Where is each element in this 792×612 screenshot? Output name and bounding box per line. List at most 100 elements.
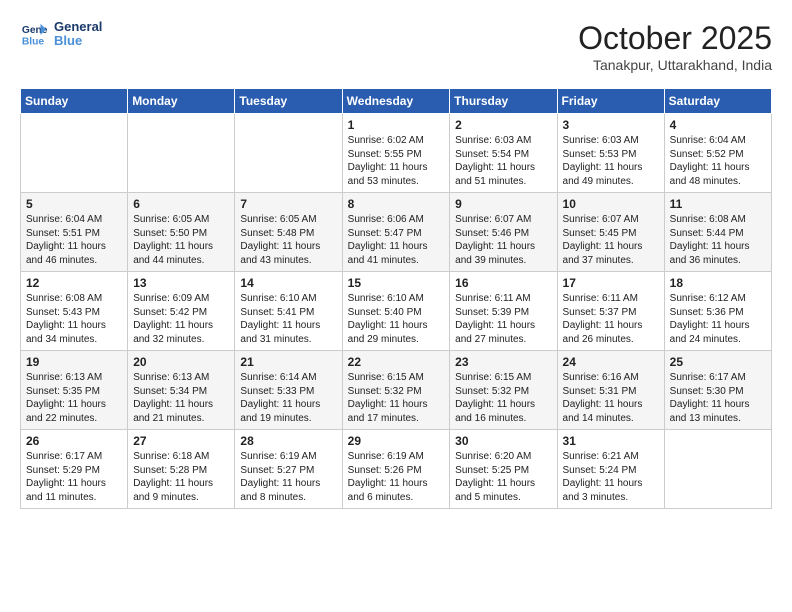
- logo: General Blue General Blue: [20, 20, 102, 49]
- day-number: 13: [133, 276, 229, 290]
- col-sunday: Sunday: [21, 89, 128, 114]
- day-number: 24: [563, 355, 659, 369]
- month-title: October 2025: [578, 20, 772, 57]
- calendar-cell: 8Sunrise: 6:06 AMSunset: 5:47 PMDaylight…: [342, 193, 450, 272]
- calendar-cell: 10Sunrise: 6:07 AMSunset: 5:45 PMDayligh…: [557, 193, 664, 272]
- calendar-cell: 28Sunrise: 6:19 AMSunset: 5:27 PMDayligh…: [235, 430, 342, 509]
- calendar-cell: 13Sunrise: 6:09 AMSunset: 5:42 PMDayligh…: [128, 272, 235, 351]
- day-number: 5: [26, 197, 122, 211]
- col-wednesday: Wednesday: [342, 89, 450, 114]
- calendar-cell: 12 Sunrise: 6:08 AMSunset: 5:43 PMDayligh…: [21, 272, 128, 351]
- calendar-cell: 30 Sunrise: 6:20 AMSunset: 5:25 PMDayligh…: [450, 430, 557, 509]
- day-number: 9: [455, 197, 551, 211]
- calendar-cell: 19 Sunrise: 6:13 AMSunset: 5:35 PMDayligh…: [21, 351, 128, 430]
- calendar-cell: 16 Sunrise: 6:11 AMSunset: 5:39 PMDayligh…: [450, 272, 557, 351]
- calendar-cell: 4 Sunrise: 6:04 AMSunset: 5:52 PMDaylight…: [664, 114, 771, 193]
- cell-content: Sunrise: 6:08 AMSunset: 5:43 PMDaylight:…: [26, 292, 122, 346]
- calendar-week-row-4: 19 Sunrise: 6:13 AMSunset: 5:35 PMDayligh…: [21, 351, 772, 430]
- col-monday: Monday: [128, 89, 235, 114]
- calendar-cell: 9 Sunrise: 6:07 AMSunset: 5:46 PMDaylight…: [450, 193, 557, 272]
- day-number: 11: [670, 197, 766, 211]
- cell-content: Sunrise: 6:04 AMSunset: 5:52 PMDaylight:…: [670, 134, 766, 188]
- calendar-cell: 15 Sunrise: 6:10 AMSunset: 5:40 PMDayligh…: [342, 272, 450, 351]
- cell-content: Sunrise: 6:10 AMSunset: 5:41 PMDaylight:…: [240, 292, 336, 346]
- day-number: 19: [26, 355, 122, 369]
- day-number: 3: [563, 118, 659, 132]
- calendar-cell: 20 Sunrise: 6:13 AMSunset: 5:34 PMDayligh…: [128, 351, 235, 430]
- calendar-cell: 1Sunrise: 6:02 AMSunset: 5:55 PMDaylight…: [342, 114, 450, 193]
- cell-content: Sunrise: 6:19 AMSunset: 5:26 PMDaylight:…: [348, 450, 445, 504]
- cell-content: Sunrise: 6:21 AMSunset: 5:24 PMDaylight:…: [563, 450, 659, 504]
- day-number: 16: [455, 276, 551, 290]
- calendar-cell: [235, 114, 342, 193]
- cell-content: Sunrise: 6:03 AMSunset: 5:54 PMDaylight:…: [455, 134, 551, 188]
- cell-content: Sunrise: 6:15 AMSunset: 5:32 PMDaylight:…: [455, 371, 551, 425]
- header: General Blue General Blue October 2025 T…: [20, 20, 772, 73]
- title-section: October 2025 Tanakpur, Uttarakhand, Indi…: [578, 20, 772, 73]
- cell-content: Sunrise: 6:12 AMSunset: 5:36 PMDaylight:…: [670, 292, 766, 346]
- day-number: 30: [455, 434, 551, 448]
- calendar-cell: 23Sunrise: 6:15 AMSunset: 5:32 PMDayligh…: [450, 351, 557, 430]
- day-number: 25: [670, 355, 766, 369]
- day-number: 1: [348, 118, 445, 132]
- cell-content: Sunrise: 6:17 AMSunset: 5:29 PMDaylight:…: [26, 450, 122, 504]
- cell-content: Sunrise: 6:10 AMSunset: 5:40 PMDaylight:…: [348, 292, 445, 346]
- calendar-cell: 2 Sunrise: 6:03 AMSunset: 5:54 PMDaylight…: [450, 114, 557, 193]
- cell-content: Sunrise: 6:07 AMSunset: 5:46 PMDaylight:…: [455, 213, 551, 267]
- cell-content: Sunrise: 6:03 AMSunset: 5:53 PMDaylight:…: [563, 134, 659, 188]
- calendar-cell: 21 Sunrise: 6:14 AMSunset: 5:33 PMDayligh…: [235, 351, 342, 430]
- calendar-cell: 22 Sunrise: 6:15 AMSunset: 5:32 PMDayligh…: [342, 351, 450, 430]
- cell-content: Sunrise: 6:08 AMSunset: 5:44 PMDaylight:…: [670, 213, 766, 267]
- calendar-cell: 5 Sunrise: 6:04 AMSunset: 5:51 PMDaylight…: [21, 193, 128, 272]
- cell-content: Sunrise: 6:16 AMSunset: 5:31 PMDaylight:…: [563, 371, 659, 425]
- calendar-table: Sunday Monday Tuesday Wednesday Thursday…: [20, 88, 772, 509]
- cell-content: Sunrise: 6:06 AMSunset: 5:47 PMDaylight:…: [348, 213, 445, 267]
- logo-text-line1: General: [54, 20, 102, 34]
- calendar-cell: 17Sunrise: 6:11 AMSunset: 5:37 PMDayligh…: [557, 272, 664, 351]
- calendar-cell: 7Sunrise: 6:05 AMSunset: 5:48 PMDaylight…: [235, 193, 342, 272]
- page: General Blue General Blue October 2025 T…: [0, 0, 792, 519]
- calendar-cell: [664, 430, 771, 509]
- cell-content: Sunrise: 6:14 AMSunset: 5:33 PMDaylight:…: [240, 371, 336, 425]
- calendar-week-row-2: 5 Sunrise: 6:04 AMSunset: 5:51 PMDaylight…: [21, 193, 772, 272]
- calendar-cell: [128, 114, 235, 193]
- cell-content: Sunrise: 6:13 AMSunset: 5:35 PMDaylight:…: [26, 371, 122, 425]
- col-tuesday: Tuesday: [235, 89, 342, 114]
- day-number: 21: [240, 355, 336, 369]
- cell-content: Sunrise: 6:20 AMSunset: 5:25 PMDaylight:…: [455, 450, 551, 504]
- day-number: 14: [240, 276, 336, 290]
- cell-content: Sunrise: 6:11 AMSunset: 5:39 PMDaylight:…: [455, 292, 551, 346]
- location: Tanakpur, Uttarakhand, India: [578, 57, 772, 73]
- logo-text-line2: Blue: [54, 34, 102, 48]
- logo-icon: General Blue: [20, 20, 48, 48]
- day-number: 10: [563, 197, 659, 211]
- day-number: 20: [133, 355, 229, 369]
- col-thursday: Thursday: [450, 89, 557, 114]
- calendar-cell: 24 Sunrise: 6:16 AMSunset: 5:31 PMDayligh…: [557, 351, 664, 430]
- day-number: 4: [670, 118, 766, 132]
- calendar-header-row: Sunday Monday Tuesday Wednesday Thursday…: [21, 89, 772, 114]
- calendar-cell: [21, 114, 128, 193]
- day-number: 26: [26, 434, 122, 448]
- day-number: 7: [240, 197, 336, 211]
- cell-content: Sunrise: 6:17 AMSunset: 5:30 PMDaylight:…: [670, 371, 766, 425]
- day-number: 15: [348, 276, 445, 290]
- cell-content: Sunrise: 6:15 AMSunset: 5:32 PMDaylight:…: [348, 371, 445, 425]
- day-number: 27: [133, 434, 229, 448]
- calendar-cell: 26 Sunrise: 6:17 AMSunset: 5:29 PMDayligh…: [21, 430, 128, 509]
- day-number: 28: [240, 434, 336, 448]
- day-number: 6: [133, 197, 229, 211]
- calendar-week-row-5: 26 Sunrise: 6:17 AMSunset: 5:29 PMDayligh…: [21, 430, 772, 509]
- day-number: 12: [26, 276, 122, 290]
- calendar-cell: 25 Sunrise: 6:17 AMSunset: 5:30 PMDayligh…: [664, 351, 771, 430]
- calendar-cell: 14 Sunrise: 6:10 AMSunset: 5:41 PMDayligh…: [235, 272, 342, 351]
- day-number: 29: [348, 434, 445, 448]
- calendar-cell: 31 Sunrise: 6:21 AMSunset: 5:24 PMDayligh…: [557, 430, 664, 509]
- day-number: 22: [348, 355, 445, 369]
- calendar-cell: 11 Sunrise: 6:08 AMSunset: 5:44 PMDayligh…: [664, 193, 771, 272]
- calendar-cell: 6Sunrise: 6:05 AMSunset: 5:50 PMDaylight…: [128, 193, 235, 272]
- cell-content: Sunrise: 6:13 AMSunset: 5:34 PMDaylight:…: [133, 371, 229, 425]
- day-number: 31: [563, 434, 659, 448]
- cell-content: Sunrise: 6:04 AMSunset: 5:51 PMDaylight:…: [26, 213, 122, 267]
- day-number: 2: [455, 118, 551, 132]
